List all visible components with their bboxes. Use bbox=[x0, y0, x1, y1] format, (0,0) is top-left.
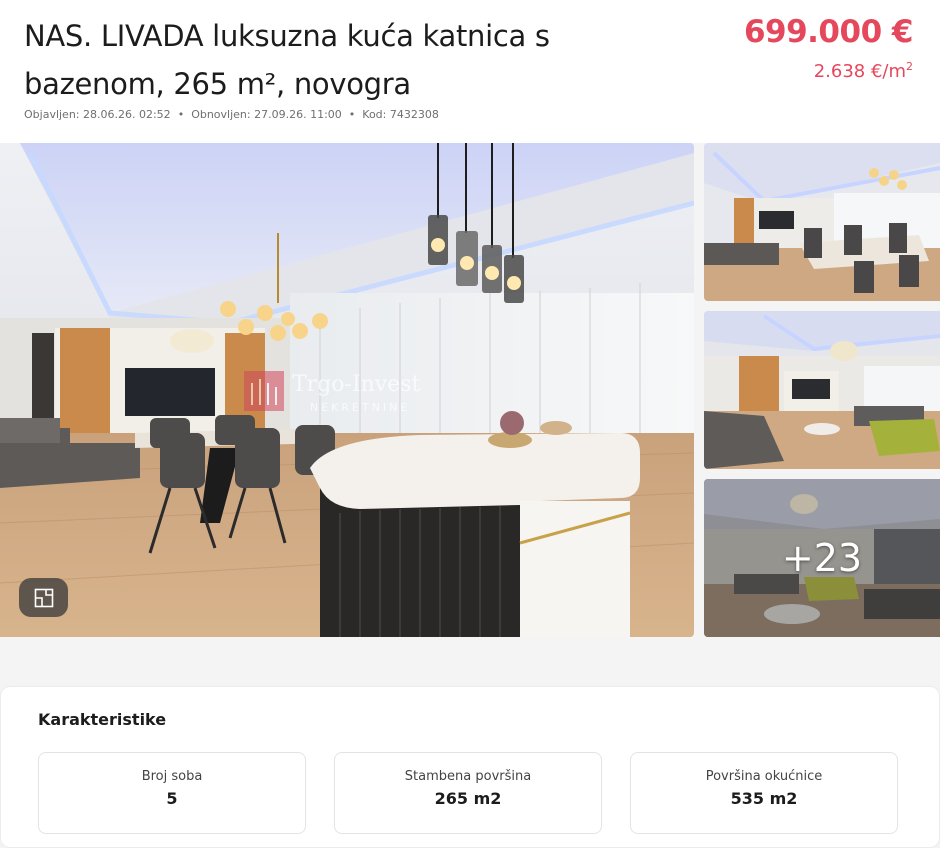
feature-box-plot-area: Površina okućnice 535 m2 bbox=[630, 752, 898, 834]
listing-price: 699.000 € bbox=[743, 14, 914, 50]
thumbnail-image bbox=[704, 311, 940, 469]
watermark-logo-icon bbox=[244, 371, 284, 411]
thumbnail-image bbox=[704, 143, 940, 301]
watermark-name: Trgo-Invest bbox=[292, 372, 421, 397]
thumbnail-more-photos[interactable]: +23 bbox=[704, 479, 940, 637]
floor-plan-button[interactable] bbox=[19, 578, 68, 617]
price-per-m2-unit-exponent: 2 bbox=[906, 60, 913, 73]
more-photos-count: +23 bbox=[781, 536, 863, 580]
feature-value: 5 bbox=[166, 789, 178, 808]
price-per-m2: 2.638 €/m2 bbox=[814, 60, 913, 82]
thumbnail-photo[interactable] bbox=[704, 311, 940, 469]
floor-plan-icon bbox=[34, 588, 53, 607]
listing-meta: Objavljen: 28.06.26. 02:52 • Obnovljen: 27… bbox=[24, 108, 439, 121]
price-per-m2-value: 2.638 €/m bbox=[813, 61, 906, 82]
feature-label: Površina okućnice bbox=[705, 769, 823, 784]
listing-title: NAS. LIVADA luksuzna kuća katnica s baze… bbox=[24, 19, 550, 101]
feature-value: 265 m2 bbox=[434, 789, 502, 808]
separator-dot: • bbox=[177, 108, 185, 121]
feature-value: 535 m2 bbox=[730, 789, 798, 808]
listing-code: Kod: 7432308 bbox=[362, 108, 439, 121]
updated-date: Obnovljen: 27.09.26. 11:00 bbox=[191, 108, 342, 121]
thumbnail-photo[interactable] bbox=[704, 143, 940, 301]
published-date: Objavljen: 28.06.26. 02:52 bbox=[24, 108, 171, 121]
feature-label: Broj soba bbox=[141, 769, 203, 784]
watermark-sub: NEKRETNINE bbox=[310, 401, 410, 414]
features-title: Karakteristike bbox=[38, 710, 167, 729]
main-photo[interactable]: Trgo-Invest NEKRETNINE bbox=[0, 143, 694, 637]
separator-dot: • bbox=[348, 108, 356, 121]
feature-label: Stambena površina bbox=[404, 769, 532, 784]
feature-box-living-area: Stambena površina 265 m2 bbox=[334, 752, 602, 834]
feature-box-rooms: Broj soba 5 bbox=[38, 752, 306, 834]
main-photo-image: Trgo-Invest NEKRETNINE bbox=[0, 143, 694, 637]
